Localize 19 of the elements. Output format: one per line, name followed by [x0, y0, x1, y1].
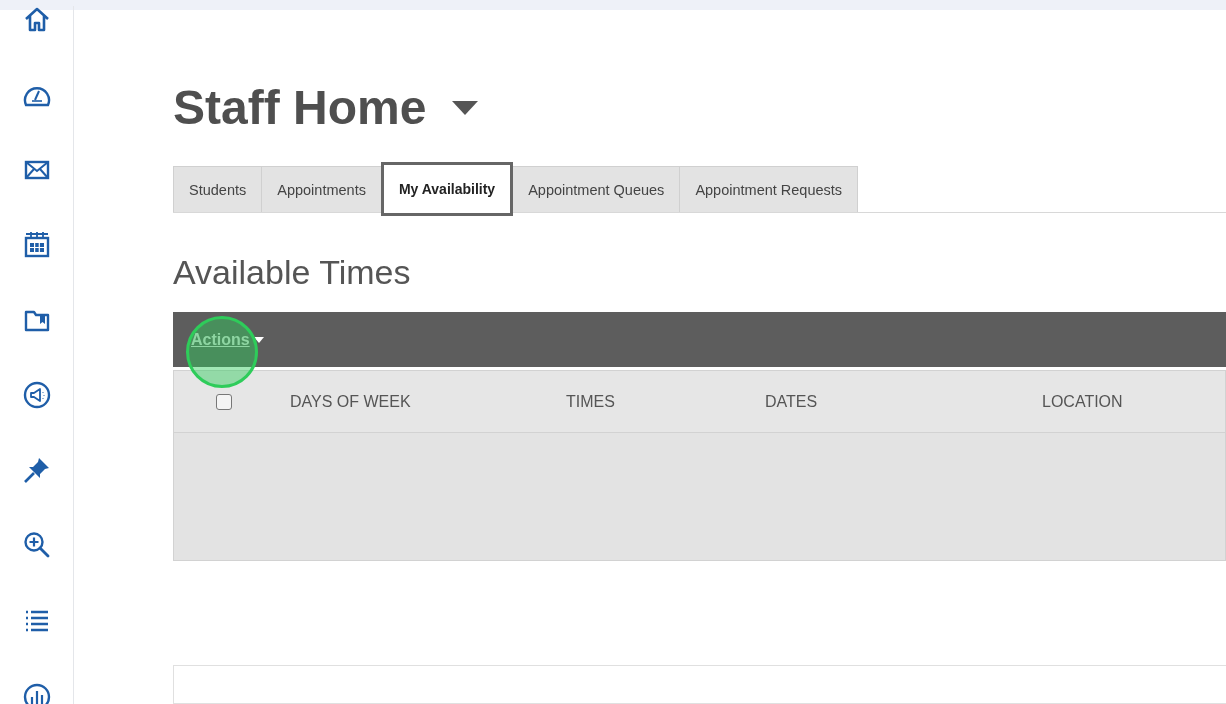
pushpin-icon[interactable] — [22, 456, 51, 484]
select-all-checkbox[interactable] — [216, 393, 232, 410]
tab[interactable]: Appointment Requests — [679, 166, 859, 212]
bar-chart-icon[interactable] — [22, 681, 51, 704]
caret-icon[interactable] — [452, 100, 479, 115]
section-title: Available Times — [173, 253, 412, 292]
megaphone-icon[interactable] — [22, 381, 51, 409]
column-header: DAYS OF WEEK — [290, 392, 412, 411]
page-title: Staff Home — [173, 80, 427, 135]
caret-icon — [253, 336, 264, 343]
column-header: DATES — [765, 392, 819, 411]
tab[interactable]: Appointments — [261, 166, 382, 212]
column-header: TIMES — [566, 392, 616, 411]
tab[interactable]: Appointment Queues — [512, 166, 681, 212]
tab[interactable]: My Availability — [380, 162, 514, 216]
column-header: LOCATION — [1042, 392, 1124, 411]
zoom-in-icon[interactable] — [22, 531, 51, 559]
tab[interactable]: Students — [173, 166, 263, 212]
calendar-icon[interactable] — [22, 231, 51, 259]
